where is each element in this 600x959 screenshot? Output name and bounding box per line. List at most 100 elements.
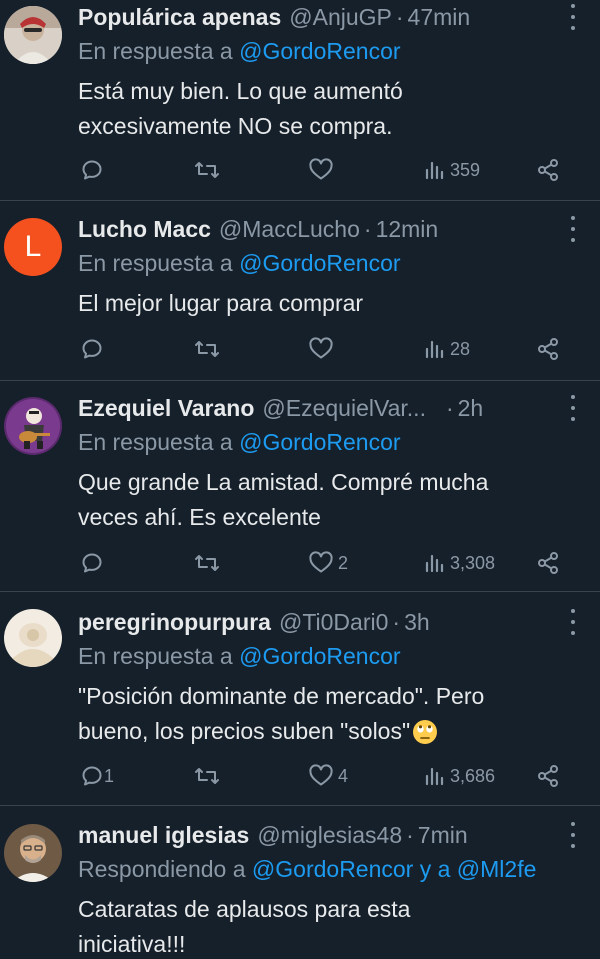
- display-name[interactable]: Lucho Macc: [78, 216, 211, 243]
- more-icon[interactable]: [568, 609, 578, 635]
- eye-roll-emoji: [413, 719, 438, 744]
- separator-dot: ·: [363, 215, 372, 242]
- display-name[interactable]: peregrinopurpura: [78, 609, 271, 636]
- reply-prefix: En respuesta a: [78, 38, 240, 64]
- tweet-divider: [0, 200, 600, 201]
- user-handle[interactable]: @MaccLucho: [219, 216, 360, 243]
- tweet-text: Está muy bien. Lo que aumentó excesivame…: [78, 74, 578, 144]
- tweet-4[interactable]: peregrinopurpura @Ti0Dari0 · 3h En respu…: [0, 605, 600, 805]
- tweet-text-line: Que grande La amistad. Compré mucha: [78, 469, 489, 495]
- views-button[interactable]: 3,308: [424, 548, 495, 578]
- more-icon[interactable]: [568, 216, 578, 242]
- tweet-text-line: excesivamente NO se compra.: [78, 113, 393, 139]
- like-button[interactable]: [308, 155, 338, 185]
- like-icon: [309, 158, 333, 180]
- separator-dot: ·: [406, 821, 414, 848]
- like-button[interactable]: 2: [308, 548, 348, 578]
- more-icon[interactable]: [568, 395, 578, 421]
- reply-context: En respuesta a @GordoRencor: [78, 429, 401, 456]
- avatar[interactable]: [4, 397, 62, 455]
- tweet-text: El mejor lugar para comprar: [78, 286, 578, 321]
- retweet-icon: [195, 768, 219, 784]
- more-icon[interactable]: [568, 4, 578, 30]
- reply-icon: [82, 553, 102, 573]
- avatar-image: [4, 397, 62, 455]
- display-name[interactable]: Populárica apenas: [78, 4, 281, 31]
- display-name[interactable]: manuel iglesias: [78, 822, 249, 849]
- avatar[interactable]: L: [4, 218, 62, 276]
- reply-context: En respuesta a @GordoRencor: [78, 643, 401, 670]
- views-icon: [425, 554, 444, 573]
- share-button[interactable]: [536, 155, 560, 185]
- retweet-button[interactable]: [193, 548, 221, 578]
- views-button[interactable]: 28: [424, 334, 470, 364]
- share-button[interactable]: [536, 334, 560, 364]
- more-icon[interactable]: [568, 822, 578, 848]
- tweet-1[interactable]: Populárica apenas @AnjuGP · 47min En res…: [0, 0, 600, 200]
- user-handle[interactable]: @EzequielVar...: [262, 395, 426, 422]
- tweet-text: Que grande La amistad. Compré mucha vece…: [78, 465, 578, 535]
- user-handle[interactable]: @miglesias48: [257, 822, 402, 849]
- timestamp[interactable]: 2h: [458, 395, 484, 422]
- views-count: 359: [450, 159, 481, 180]
- views-icon: [425, 767, 444, 786]
- tweet-text-line-wrap: bueno, los precios suben "solos": [78, 714, 578, 749]
- reply-prefix: En respuesta a: [78, 643, 240, 669]
- tweet-2[interactable]: L Lucho Macc @MaccLucho · 12min En respu…: [0, 212, 600, 380]
- avatar[interactable]: [4, 824, 62, 882]
- reply-prefix: En respuesta a: [78, 429, 240, 455]
- avatar-image: [4, 824, 62, 882]
- share-button[interactable]: [536, 548, 560, 578]
- tweet-actions: 1 4 3,686: [0, 761, 600, 791]
- tweet-text-line: El mejor lugar para comprar: [78, 290, 364, 316]
- tweet-text-line: Cataratas de aplausos para esta: [78, 896, 411, 922]
- tweet-actions: 359: [0, 155, 600, 185]
- timestamp[interactable]: 7min: [418, 822, 468, 849]
- reply-icon: [82, 766, 102, 786]
- user-handle[interactable]: @AnjuGP: [289, 4, 392, 31]
- reply-button[interactable]: [80, 155, 108, 185]
- like-icon: [309, 551, 333, 573]
- views-icon: [425, 161, 444, 180]
- retweet-button[interactable]: [193, 761, 221, 791]
- retweet-button[interactable]: [193, 334, 221, 364]
- views-button[interactable]: 3,686: [424, 761, 495, 791]
- avatar-image: [4, 609, 62, 667]
- views-button[interactable]: 359: [424, 155, 480, 185]
- share-icon: [538, 552, 558, 574]
- reply-icon: [82, 160, 102, 180]
- timestamp[interactable]: 3h: [404, 609, 430, 636]
- views-count: 3,686: [450, 765, 496, 786]
- reply-button[interactable]: [80, 334, 108, 364]
- tweet-divider: [0, 380, 600, 381]
- tweet-divider: [0, 591, 600, 592]
- avatar-letter: L: [24, 230, 42, 263]
- display-name[interactable]: Ezequiel Varano: [78, 395, 254, 422]
- avatar-image: [4, 6, 62, 64]
- reply-button[interactable]: 1: [80, 761, 114, 791]
- timestamp[interactable]: 47min: [408, 4, 471, 31]
- user-handle[interactable]: @Ti0Dari0: [279, 609, 388, 636]
- reply-context: En respuesta a @GordoRencor: [78, 250, 401, 277]
- share-button[interactable]: [536, 761, 560, 791]
- like-button[interactable]: [308, 334, 338, 364]
- like-button[interactable]: 4: [308, 761, 348, 791]
- retweet-icon: [195, 341, 219, 357]
- mention-link[interactable]: @GordoRencor: [239, 38, 400, 64]
- timestamp[interactable]: 12min: [376, 216, 439, 243]
- separator-dot: ·: [395, 3, 404, 30]
- share-icon: [538, 338, 558, 360]
- reply-context: Respondiendo a @GordoRencor y a @Ml2fe: [78, 856, 536, 883]
- retweet-button[interactable]: [193, 155, 221, 185]
- tweet-5[interactable]: manuel iglesias @miglesias48 · 7min Resp…: [0, 818, 600, 959]
- mention-link[interactable]: @GordoRencor: [239, 429, 400, 455]
- reply-button[interactable]: [80, 548, 108, 578]
- avatar[interactable]: [4, 609, 62, 667]
- tweet-divider: [0, 805, 600, 806]
- avatar[interactable]: [4, 6, 62, 64]
- mention-link[interactable]: @GordoRencor y a @Ml2fe: [252, 856, 536, 882]
- tweet-3[interactable]: Ezequiel Varano @EzequielVar... · 2h En …: [0, 391, 600, 591]
- mention-link[interactable]: @GordoRencor: [239, 250, 400, 276]
- tweet-text: Cataratas de aplausos para esta iniciati…: [78, 892, 578, 959]
- mention-link[interactable]: @GordoRencor: [239, 643, 400, 669]
